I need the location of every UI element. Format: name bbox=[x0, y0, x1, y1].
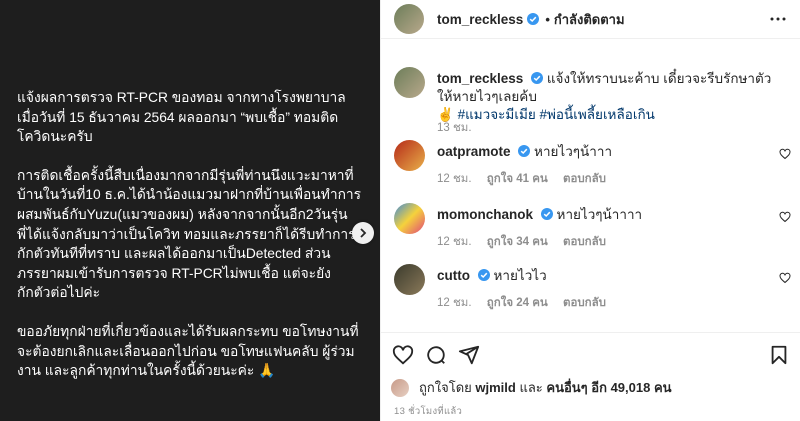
reply-button[interactable]: ตอบกลับ bbox=[563, 297, 606, 309]
likes-others[interactable]: คนอื่นๆ อีก 49,018 คน bbox=[546, 377, 671, 398]
verified-badge-icon bbox=[540, 208, 553, 220]
heart-icon[interactable] bbox=[779, 272, 791, 284]
comment-username[interactable]: cutto bbox=[437, 268, 470, 283]
more-options-icon[interactable] bbox=[770, 11, 786, 27]
comment-meta: 12 ชม. ถูกใจ 24 คน ตอบกลับ bbox=[437, 294, 618, 312]
post-timestamp[interactable]: 13 ชั่วโมงที่แล้ว bbox=[394, 404, 462, 419]
comment-like-count[interactable]: ถูกใจ 41 คน bbox=[487, 173, 548, 185]
reply-button[interactable]: ตอบกลับ bbox=[563, 236, 606, 248]
verified-badge-icon bbox=[531, 72, 544, 84]
likes-and: และ bbox=[519, 380, 543, 395]
comment-username[interactable]: oatpramote bbox=[437, 144, 511, 159]
share-icon[interactable] bbox=[458, 344, 480, 366]
comment-meta: 12 ชม. ถูกใจ 34 คน ตอบกลับ bbox=[437, 233, 618, 251]
post-side-panel: tom_reckless • กำลังติดตาม tom_reckless … bbox=[380, 0, 800, 421]
likes-prefix: ถูกใจโดย bbox=[419, 380, 472, 395]
caption-hashtags[interactable]: #แมวจะมีเมีย #พ่อนี้เพลี้ยเหลือเกิน bbox=[458, 107, 655, 122]
post-paragraph-1: แจ้งผลการตรวจ RT-PCR ของทอม จากทางโรงพยา… bbox=[17, 90, 346, 145]
verified-badge-icon bbox=[518, 145, 531, 157]
chevron-right-icon bbox=[360, 228, 367, 238]
header-separator: • bbox=[545, 11, 550, 27]
heart-icon[interactable] bbox=[779, 211, 791, 223]
comment-time[interactable]: 12 ชม. bbox=[437, 297, 472, 309]
post-paragraph-3: ขออภัยทุกฝ่ายที่เกี่ยวข้องและได้รับผลกระ… bbox=[17, 323, 359, 379]
comment-text: หายไวไว bbox=[493, 268, 547, 283]
avatar[interactable] bbox=[394, 264, 425, 295]
caption-time[interactable]: 13 ชม. bbox=[437, 122, 472, 134]
avatar[interactable] bbox=[394, 4, 424, 34]
action-bar bbox=[381, 332, 800, 373]
next-image-button[interactable] bbox=[352, 222, 374, 244]
post-modal: แจ้งผลการตรวจ RT-PCR ของทอม จากทางโรงพยา… bbox=[0, 0, 800, 421]
comment-username[interactable]: momonchanok bbox=[437, 207, 533, 222]
avatar[interactable] bbox=[394, 203, 425, 234]
header-username[interactable]: tom_reckless bbox=[437, 12, 523, 27]
comments-list: tom_reckless แจ้งให้ทราบนะค้าบ เดี๋ยวจะร… bbox=[381, 55, 800, 320]
verified-badge-icon bbox=[477, 269, 490, 281]
avatar[interactable] bbox=[394, 67, 425, 98]
comment-text: หายไวๆน้าาาา bbox=[556, 207, 643, 222]
heart-icon[interactable] bbox=[779, 148, 791, 160]
likes-user[interactable]: wjmild bbox=[475, 380, 515, 395]
post-image: แจ้งผลการตรวจ RT-PCR ของทอม จากทางโรงพยา… bbox=[0, 0, 380, 421]
comment-meta: 12 ชม. ถูกใจ 41 คน ตอบกลับ bbox=[437, 170, 618, 188]
comment-time[interactable]: 12 ชม. bbox=[437, 173, 472, 185]
caption-meta: 13 ชม. bbox=[437, 119, 484, 137]
comment-body: oatpramote หายไวๆน้าาา bbox=[437, 143, 760, 161]
verified-badge-icon bbox=[527, 13, 540, 25]
reply-button[interactable]: ตอบกลับ bbox=[563, 173, 606, 185]
caption-body: tom_reckless แจ้งให้ทราบนะค้าบ เดี๋ยวจะร… bbox=[437, 70, 784, 124]
bookmark-icon[interactable] bbox=[768, 344, 790, 366]
comment-body: cutto หายไวไว bbox=[437, 267, 760, 285]
likes-summary: ถูกใจโดย wjmild และ คนอื่นๆ อีก 49,018 ค… bbox=[391, 377, 672, 398]
comment-time[interactable]: 12 ชม. bbox=[437, 236, 472, 248]
post-paragraph-2: การติดเชื้อครั้งนี้สืบเนื่องมากจากมีรุ่น… bbox=[17, 167, 362, 301]
caption-username[interactable]: tom_reckless bbox=[437, 71, 523, 86]
post-header: tom_reckless • กำลังติดตาม bbox=[381, 0, 800, 39]
avatar[interactable] bbox=[394, 140, 425, 171]
comment-icon[interactable] bbox=[425, 344, 447, 366]
comment-like-count[interactable]: ถูกใจ 24 คน bbox=[487, 297, 548, 309]
following-button[interactable]: กำลังติดตาม bbox=[554, 9, 625, 30]
comment-text: หายไวๆน้าาา bbox=[534, 144, 613, 159]
comment-like-count[interactable]: ถูกใจ 34 คน bbox=[487, 236, 548, 248]
heart-icon[interactable] bbox=[392, 344, 414, 366]
avatar[interactable] bbox=[391, 378, 409, 397]
comment-body: momonchanok หายไวๆน้าาาา bbox=[437, 206, 760, 224]
